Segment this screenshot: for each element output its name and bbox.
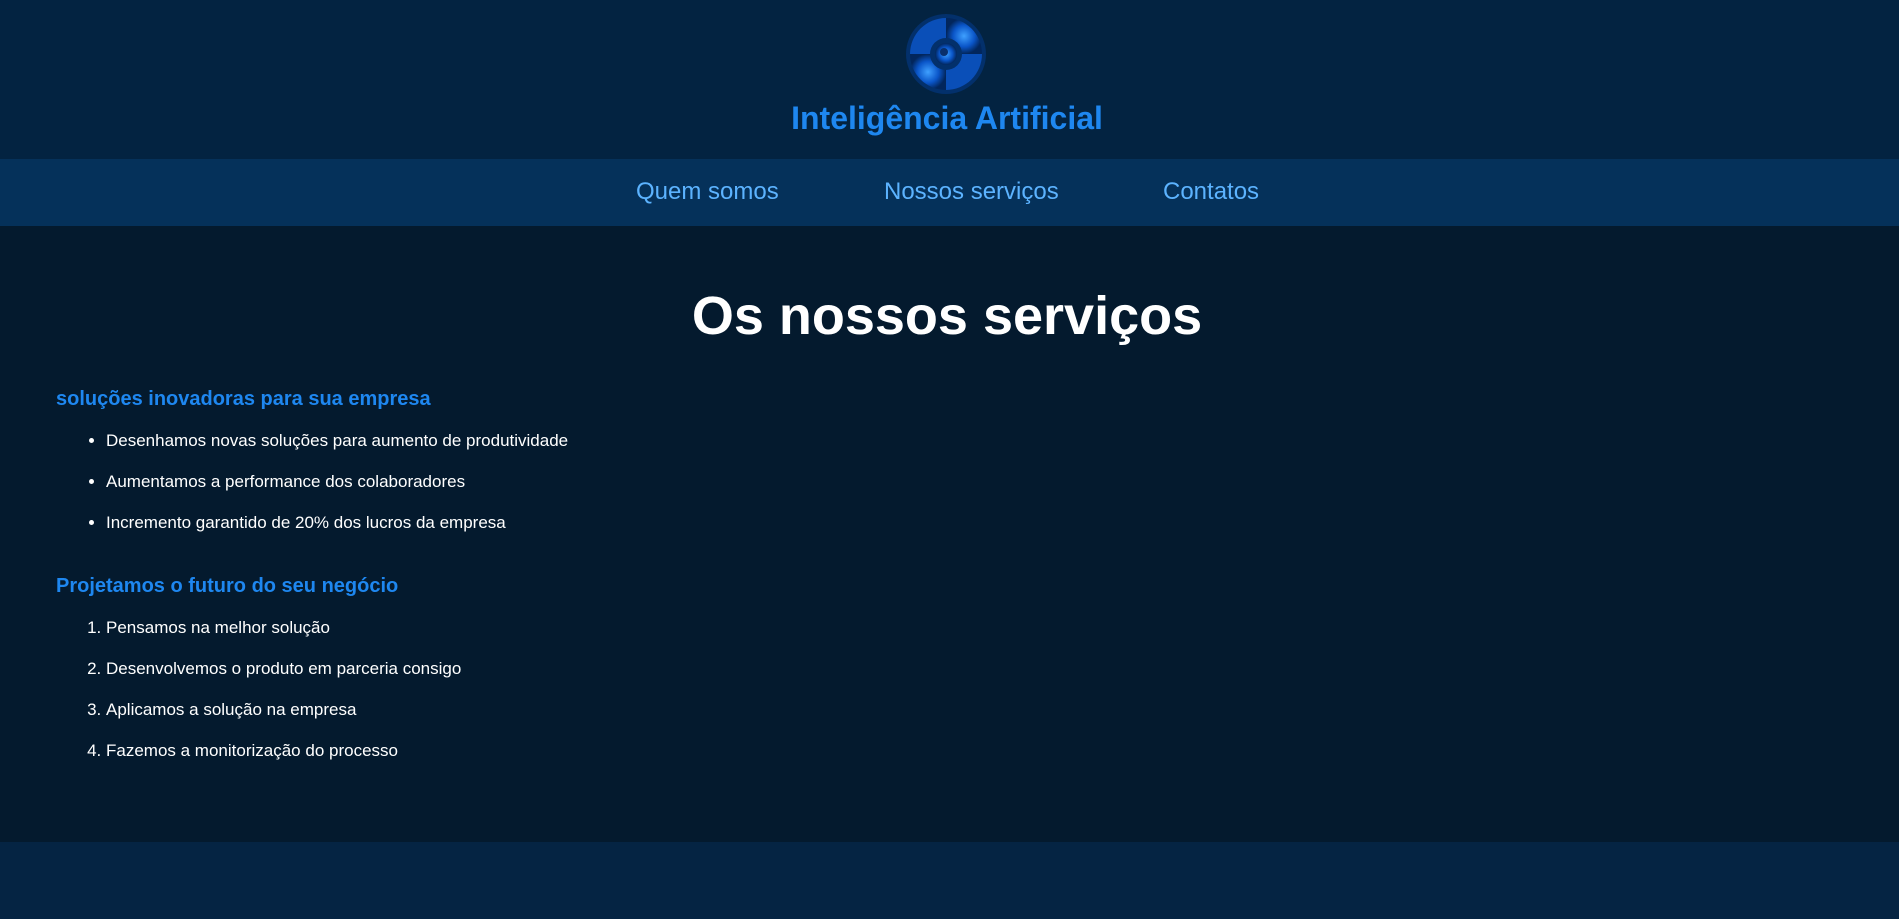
site-footer (0, 842, 1899, 919)
site-header: Inteligência Artificial (0, 0, 1899, 159)
spiral-logo-icon[interactable] (904, 12, 988, 96)
section-heading-solucoes: soluções inovadoras para sua empresa (56, 388, 431, 410)
section-heading-projetamos: Projetamos o futuro do seu negócio (56, 575, 399, 597)
solucoes-list: Desenhamos novas soluções para aumento d… (56, 430, 568, 553)
nav-item-nossos-servicos[interactable]: Nossos serviços (884, 178, 1059, 206)
page-title: Os nossos serviços (691, 286, 1203, 346)
list-item: Pensamos na melhor solução (106, 617, 461, 658)
list-item: Incremento garantido de 20% dos lucros d… (106, 512, 568, 553)
nav-item-quem-somos[interactable]: Quem somos (636, 178, 779, 206)
main-content: Os nossos serviços soluções inovadoras p… (0, 226, 1899, 842)
list-item: Aumentamos a performance dos colaborador… (106, 471, 568, 512)
list-item: Fazemos a monitorização do processo (106, 740, 461, 781)
list-item: Aplicamos a solução na empresa (106, 699, 461, 740)
site-title: Inteligência Artificial (791, 100, 1103, 136)
nav-item-contatos[interactable]: Contatos (1163, 178, 1259, 206)
main-nav: Quem somos Nossos serviços Contatos (0, 159, 1899, 226)
list-item: Desenvolvemos o produto em parceria cons… (106, 658, 461, 699)
processo-list: Pensamos na melhor solução Desenvolvemos… (56, 617, 461, 781)
list-item: Desenhamos novas soluções para aumento d… (106, 430, 568, 471)
